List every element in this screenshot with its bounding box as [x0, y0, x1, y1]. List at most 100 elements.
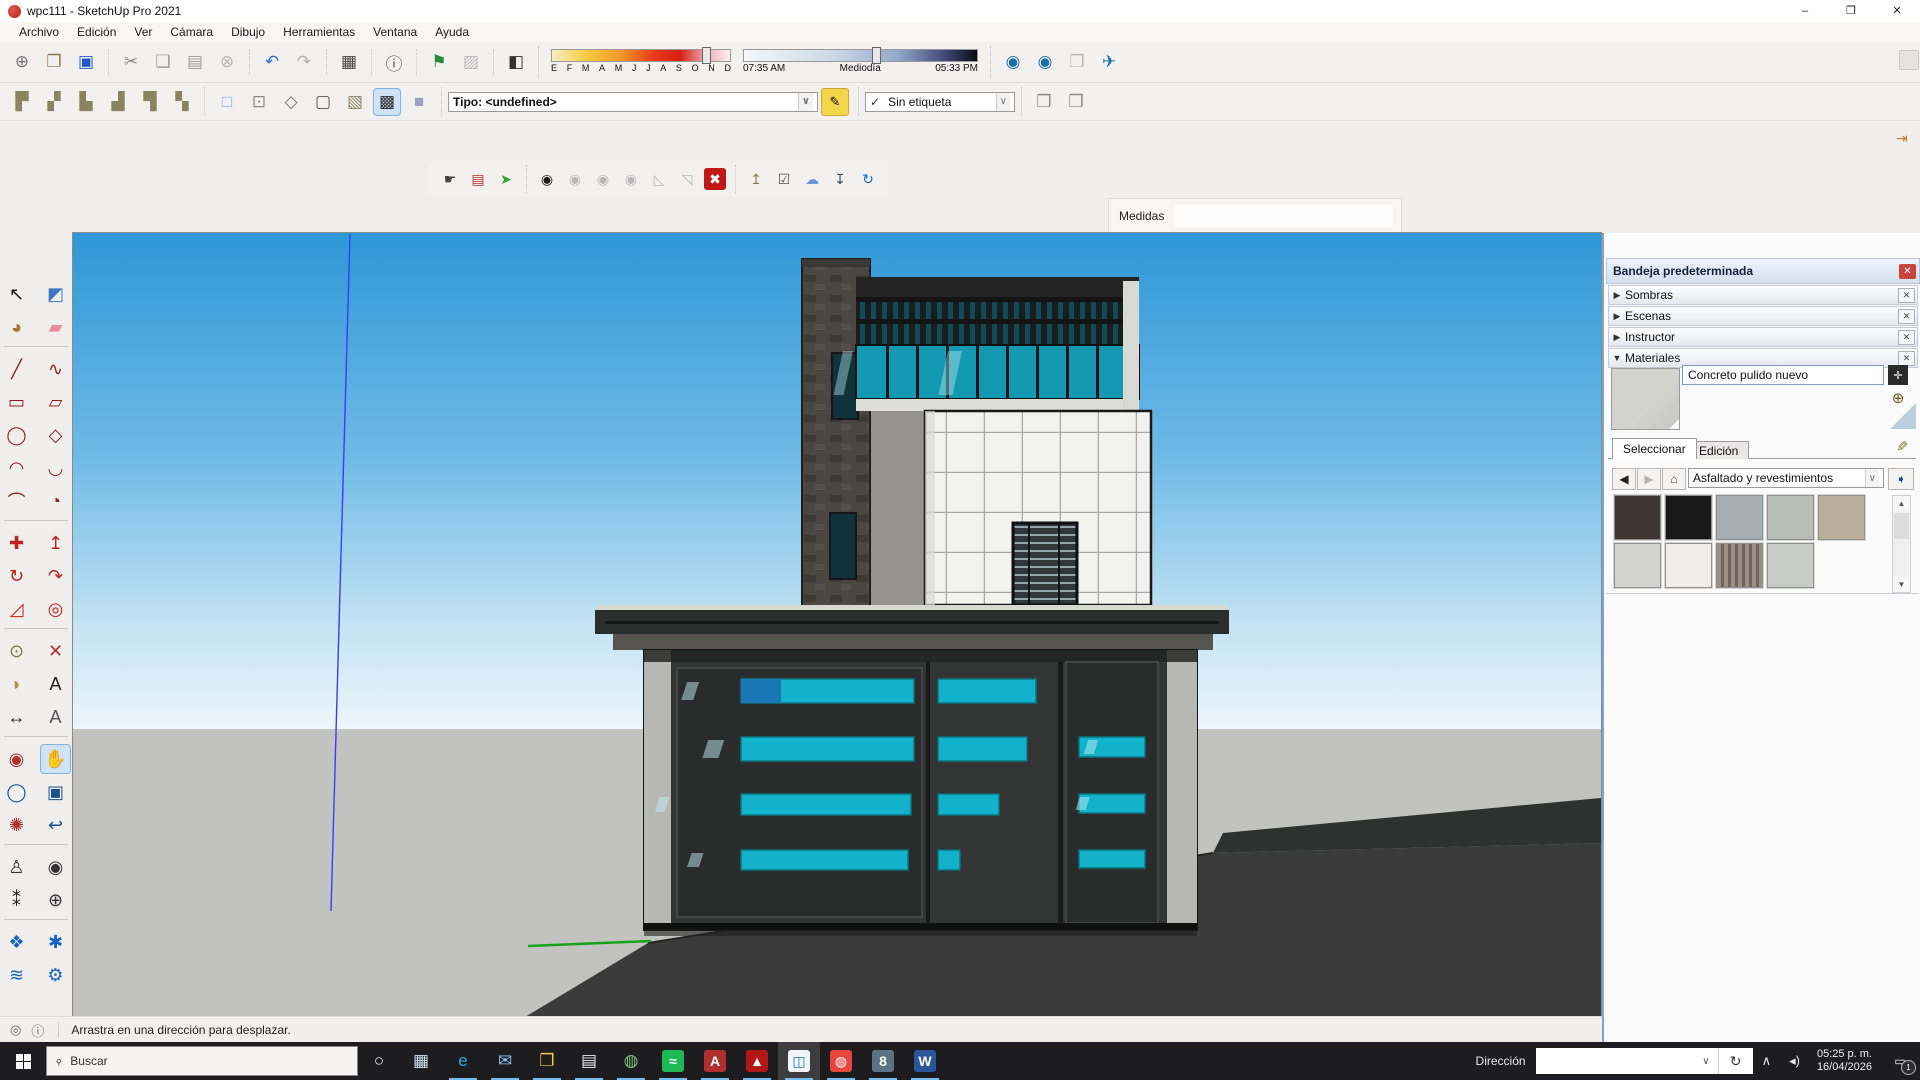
eraser-icon[interactable]: ▰	[41, 313, 70, 341]
rectangle-icon[interactable]: ▭	[2, 388, 31, 416]
sync-model-icon[interactable]: ↻	[857, 168, 879, 190]
taskbar-app-autocad[interactable]: A	[694, 1042, 736, 1080]
3d-text-icon[interactable]: A	[41, 703, 70, 731]
taskbar-app-cortana[interactable]: ○	[358, 1042, 400, 1080]
sample-paint-dropper-icon[interactable]: ✎	[1892, 436, 1912, 456]
viewport-canvas[interactable]	[73, 233, 1601, 1017]
materials-details-button[interactable]: ➧	[1888, 468, 1914, 490]
tray-section-escenas[interactable]: ▶Escenas✕	[1608, 306, 1918, 326]
classification-planes-icon[interactable]: ✈	[1096, 49, 1122, 75]
taskbar-app-file-explorer[interactable]: ❒	[526, 1042, 568, 1080]
hidden-line-icon[interactable]: ▢	[310, 89, 336, 115]
dc-settings-icon[interactable]: ⚙	[41, 961, 70, 989]
material-swatch[interactable]	[1818, 495, 1865, 540]
material-swatch[interactable]	[1767, 495, 1814, 540]
tray-header[interactable]: Bandeja predeterminada ✕	[1606, 258, 1920, 284]
trim-icon[interactable]: ▜	[137, 89, 163, 115]
3d-warehouse-icon[interactable]: ❒	[1031, 89, 1057, 115]
maximize-button[interactable]: ❐	[1828, 0, 1874, 22]
three-point-arc-icon[interactable]: ⌒	[2, 487, 31, 515]
menu-herramientas[interactable]: Herramientas	[274, 25, 364, 39]
month-slider-handle[interactable]	[702, 47, 711, 64]
taskbar-app-task-view[interactable]: ▦	[400, 1042, 442, 1080]
volume-icon[interactable]: ◂)	[1780, 1053, 1809, 1069]
model-info-icon[interactable]: ⓘ	[381, 49, 407, 75]
menu-dibujo[interactable]: Dibujo	[222, 25, 274, 39]
tag-dropdown[interactable]: ✓ Sin etiqueta∨	[865, 92, 1015, 112]
material-swatch[interactable]	[1614, 543, 1661, 588]
arc-icon[interactable]: ◠	[2, 454, 31, 482]
cut-icon[interactable]: ✂	[118, 49, 144, 75]
save-icon[interactable]: ▣	[73, 49, 99, 75]
material-swatch[interactable]	[1716, 543, 1763, 588]
taskbar-app-chrome[interactable]: ◍	[820, 1042, 862, 1080]
make-component-icon[interactable]: ◩	[41, 280, 70, 308]
taskbar-app-word[interactable]: W	[904, 1042, 946, 1080]
zoom-icon[interactable]: ◯	[2, 778, 31, 806]
validation-check-icon[interactable]: ☑	[773, 168, 795, 190]
section-plane-icon[interactable]: ⊕	[41, 886, 70, 914]
redo-icon[interactable]: ↷	[291, 49, 317, 75]
material-swatch[interactable]	[1767, 543, 1814, 588]
toolbar-overflow-icon[interactable]	[1899, 50, 1919, 70]
notification-center-button[interactable]: ▭ 1	[1880, 1042, 1920, 1080]
xray-icon[interactable]: □	[214, 89, 240, 115]
paste-icon[interactable]: ▤	[182, 49, 208, 75]
taskbar-app-edge[interactable]: e	[442, 1042, 484, 1080]
download-model-icon[interactable]: ↧	[829, 168, 851, 190]
freehand-icon[interactable]: ∿	[41, 355, 70, 383]
taskbar-app-spotify[interactable]: ≈	[652, 1042, 694, 1080]
circle-icon[interactable]: ◯	[2, 421, 31, 449]
push-pull-icon[interactable]: ↥	[41, 529, 70, 557]
address-input[interactable]: ∨	[1536, 1048, 1718, 1074]
dc-attributes-icon[interactable]: ≋	[2, 961, 31, 989]
monochrome-icon[interactable]: ■	[406, 89, 432, 115]
material-swatch[interactable]	[1614, 495, 1661, 540]
two-point-arc-icon[interactable]: ◡	[41, 454, 70, 482]
zoom-extents-icon[interactable]: ✺	[2, 811, 31, 839]
taskbar-app-acrobat[interactable]: ▲	[736, 1042, 778, 1080]
materials-forward-button[interactable]: ▶	[1637, 468, 1661, 490]
display-secondary-pane-button[interactable]: ✛	[1888, 365, 1908, 385]
pie-icon[interactable]: ◔	[41, 487, 70, 515]
axes-icon[interactable]: ✕	[41, 637, 70, 665]
taskbar-app-store[interactable]: ▤	[568, 1042, 610, 1080]
tray-close-button[interactable]: ✕	[1899, 264, 1916, 279]
shadow-time-slider[interactable]: 07:35 AM Mediodía 05:33 PM	[743, 49, 978, 75]
taskbar-app-sketchup[interactable]: ◫	[778, 1042, 820, 1080]
menu-ayuda[interactable]: Ayuda	[426, 25, 478, 39]
close-button[interactable]: ✕	[1874, 0, 1920, 22]
view-plane-icon[interactable]: ◺	[648, 168, 670, 190]
material-name-input[interactable]: Concreto pulido nuevo	[1682, 365, 1884, 385]
time-slider-handle[interactable]	[872, 47, 881, 64]
intersect-icon[interactable]: ▞	[41, 89, 67, 115]
section-close-icon[interactable]: ✕	[1898, 288, 1915, 303]
scroll-thumb[interactable]	[1894, 513, 1909, 539]
scale-icon[interactable]: ◿	[2, 595, 31, 623]
section-close-icon[interactable]: ✕	[1898, 351, 1915, 366]
wireframe-icon[interactable]: ◇	[278, 89, 304, 115]
viewport[interactable]	[72, 232, 1602, 1018]
set-default-material-button[interactable]	[1890, 403, 1916, 429]
orbit-icon[interactable]: ◉	[2, 745, 31, 773]
add-location-icon[interactable]: ⚑	[426, 49, 452, 75]
camera-orbit-icon[interactable]: ◉	[564, 168, 586, 190]
minimize-button[interactable]: –	[1782, 0, 1828, 22]
view-plane-alt-icon[interactable]: ◹	[676, 168, 698, 190]
material-swatch[interactable]	[1665, 543, 1712, 588]
measurements-input[interactable]	[1174, 205, 1393, 227]
scroll-up-icon[interactable]: ▲	[1893, 496, 1910, 511]
export-folder-icon[interactable]: ↥	[745, 168, 767, 190]
tab-edicion[interactable]: Edición	[1688, 441, 1749, 459]
rotate-icon[interactable]: ↻	[2, 562, 31, 590]
shadow-month-slider[interactable]: EFMAMJJASOND	[551, 49, 731, 75]
show-hidden-icons-button[interactable]: ∧	[1753, 1053, 1781, 1069]
toolbar-dock-arrow-icon[interactable]: ⇥	[1896, 130, 1914, 148]
add-scene-icon[interactable]: ◉	[536, 168, 558, 190]
delete-icon[interactable]: ⊗	[214, 49, 240, 75]
materials-scrollbar[interactable]: ▲ ▼	[1892, 495, 1911, 593]
section-arrow-icon[interactable]: ▶	[1609, 332, 1625, 343]
taskbar-app-chrome-profile[interactable]: ◍	[610, 1042, 652, 1080]
walk-icon[interactable]: ⁑	[2, 886, 31, 914]
menu-ventana[interactable]: Ventana	[364, 25, 426, 39]
